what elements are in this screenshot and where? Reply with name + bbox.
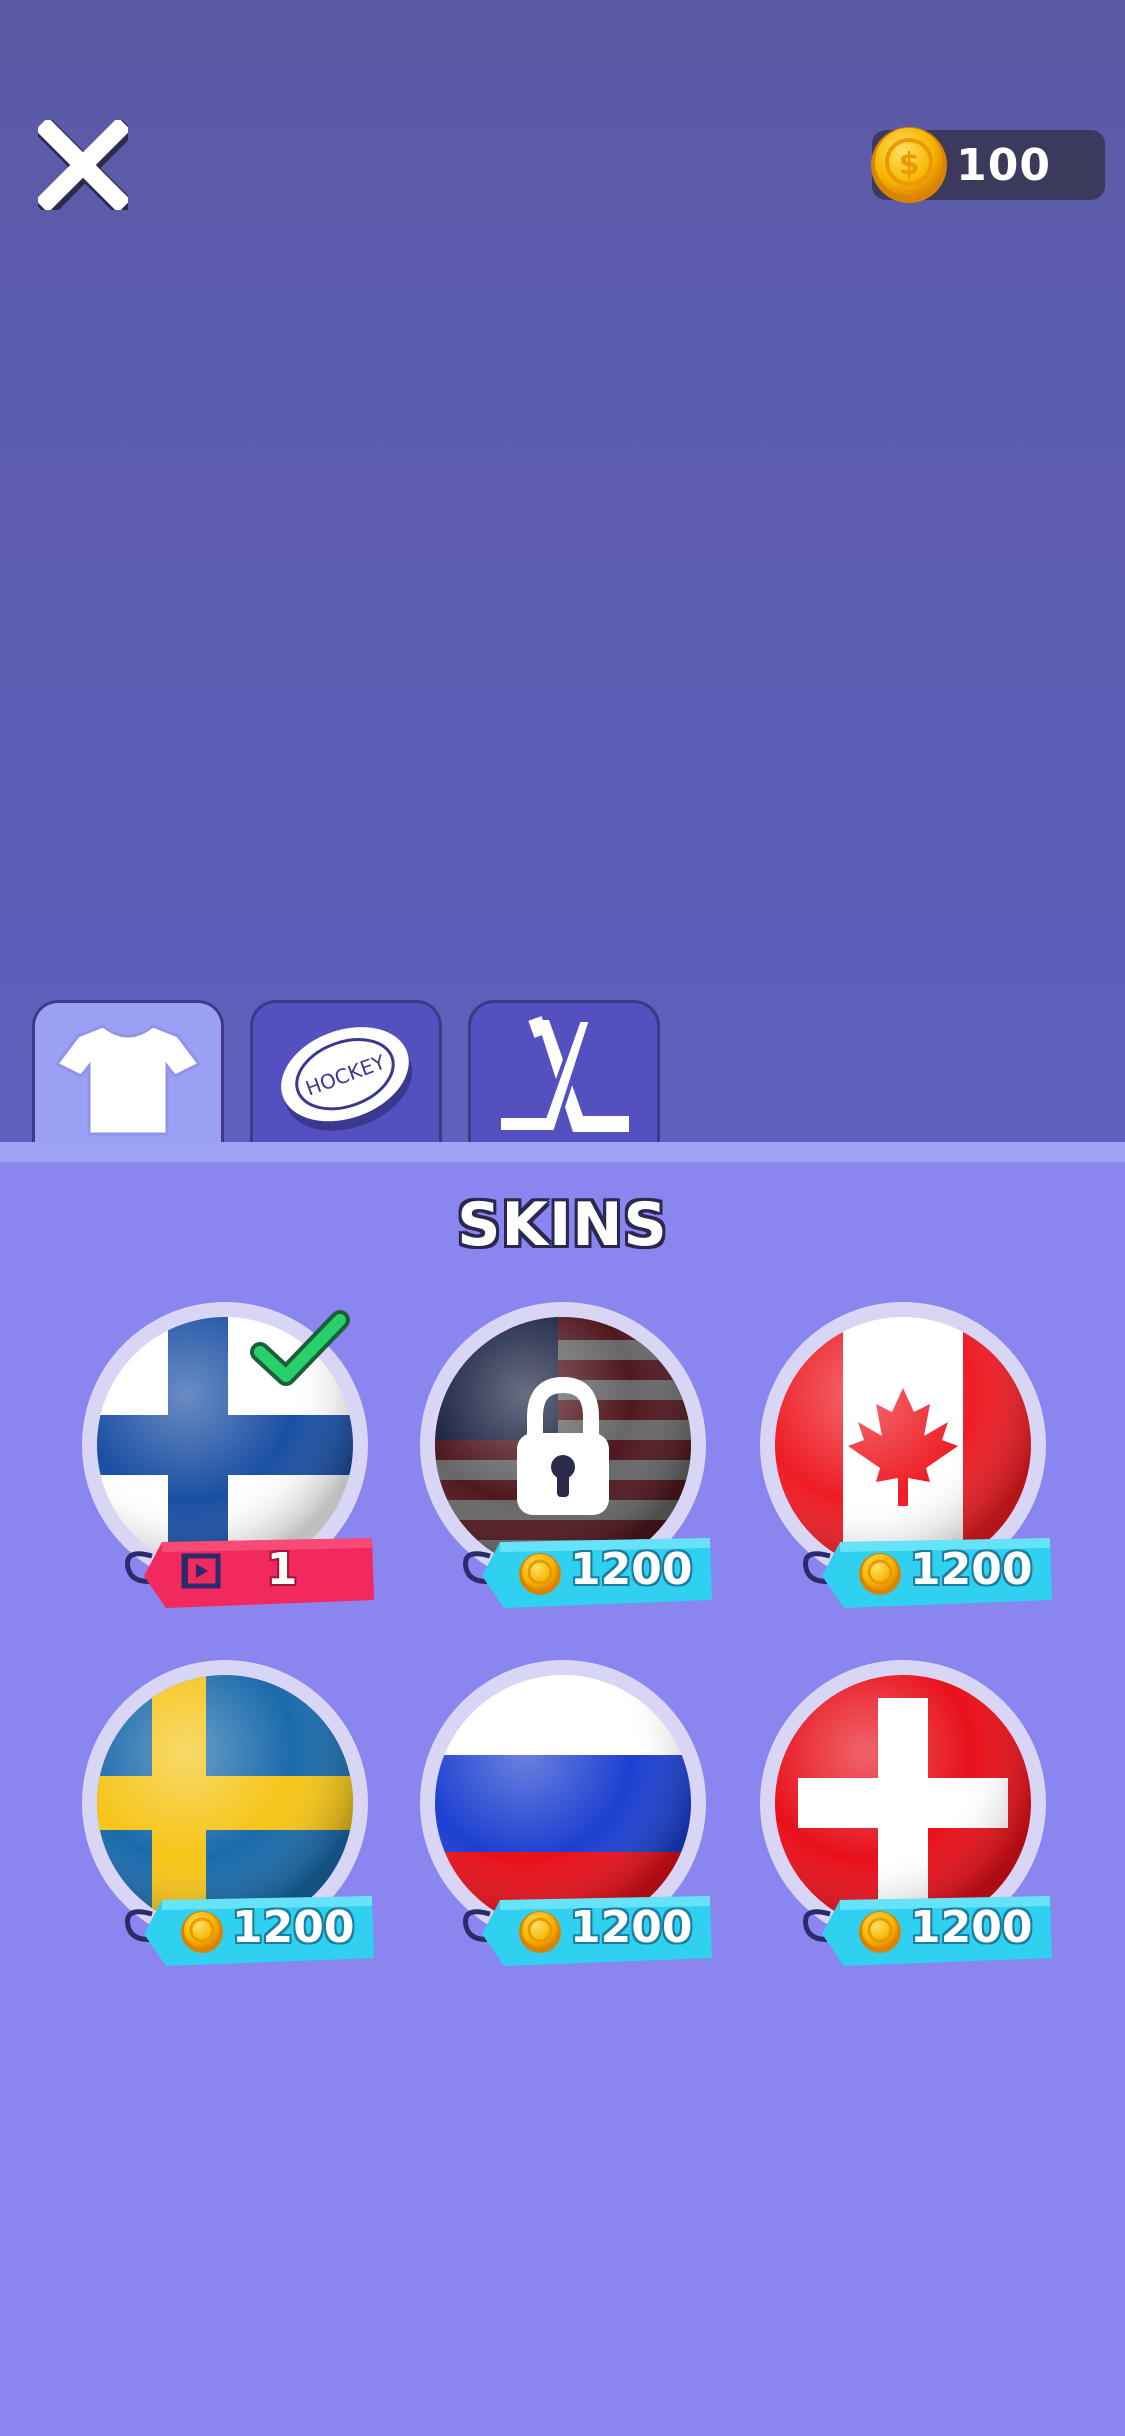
- price-value: 1200: [570, 1902, 693, 1953]
- gold-coin-icon: [519, 1553, 561, 1595]
- gold-coin-icon: [859, 1911, 901, 1953]
- price-tag: 1200: [800, 1886, 1060, 1970]
- gold-coin-icon: [519, 1911, 561, 1953]
- price-tag: 1200: [122, 1886, 382, 1970]
- price-tag: 1: [122, 1528, 382, 1612]
- svg-text:$: $: [899, 147, 920, 182]
- tab-puck[interactable]: HOCKEY: [250, 1000, 442, 1150]
- price-tag: 1200: [460, 1886, 720, 1970]
- price-value: 1200: [910, 1902, 1033, 1953]
- price-tag: 1200: [800, 1528, 1060, 1612]
- close-x-icon: [34, 117, 136, 219]
- price-value: 1200: [910, 1544, 1033, 1595]
- price-tag: 1200: [460, 1528, 720, 1612]
- skin-usa[interactable]: 1200: [418, 1300, 712, 1610]
- skin-finland[interactable]: 1: [80, 1300, 374, 1610]
- gold-coin-icon: [181, 1911, 223, 1953]
- tshirt-icon: [54, 1023, 202, 1135]
- close-button[interactable]: [34, 117, 136, 219]
- skin-switzerland[interactable]: 1200: [758, 1658, 1052, 1968]
- coin-balance: $ 100: [871, 127, 1105, 203]
- crossed-sticks-icon: [497, 1015, 629, 1134]
- hockey-puck-icon: HOCKEY: [281, 1026, 413, 1131]
- skin-russia[interactable]: 1200: [418, 1658, 712, 1968]
- tab-jersey[interactable]: [32, 1000, 224, 1150]
- gold-coin-icon: [859, 1553, 901, 1595]
- selected-check-icon: [250, 1310, 350, 1386]
- price-value: 1200: [232, 1902, 355, 1953]
- skin-sweden[interactable]: 1200: [80, 1658, 374, 1968]
- section-title: SKINS: [457, 1190, 668, 1260]
- price-value: 1200: [570, 1544, 693, 1595]
- tab-sticks[interactable]: [468, 1000, 660, 1150]
- price-value: 1: [266, 1544, 298, 1595]
- coin-amount: 100: [956, 140, 1051, 191]
- gold-coin-icon: $: [871, 127, 947, 203]
- skin-canada[interactable]: 1200: [758, 1300, 1052, 1610]
